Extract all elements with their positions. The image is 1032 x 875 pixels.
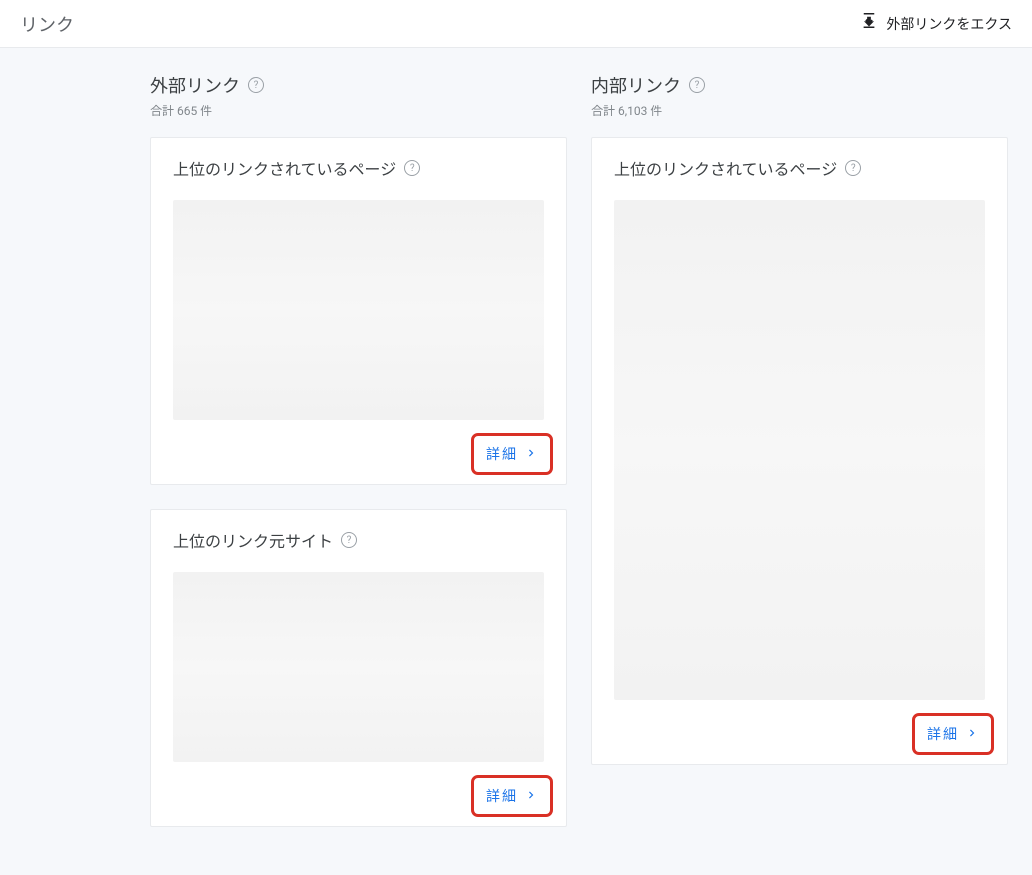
- external-links-header: 外部リンク ? 合計 665 件: [150, 72, 567, 119]
- external-links-title: 外部リンク: [150, 72, 240, 98]
- page-header: リンク 外部リンクをエクス: [0, 0, 1032, 48]
- help-icon[interactable]: ?: [248, 77, 264, 93]
- chevron-right-icon: [524, 788, 538, 805]
- top-linked-pages-internal-card: 上位のリンクされているページ ? 詳細: [591, 137, 1008, 765]
- help-icon[interactable]: ?: [689, 77, 705, 93]
- details-label: 詳細: [486, 786, 518, 806]
- content-area: 外部リンク ? 合計 665 件 上位のリンクされているページ ? 詳細: [0, 48, 1032, 875]
- help-icon[interactable]: ?: [404, 160, 420, 176]
- chevron-right-icon: [965, 726, 979, 743]
- details-button[interactable]: 詳細: [917, 718, 989, 750]
- external-links-column: 外部リンク ? 合計 665 件 上位のリンクされているページ ? 詳細: [150, 72, 567, 851]
- internal-links-header: 内部リンク ? 合計 6,103 件: [591, 72, 1008, 119]
- blurred-content: [173, 572, 544, 762]
- export-external-links-button[interactable]: 外部リンクをエクス: [860, 7, 1012, 40]
- details-label: 詳細: [927, 724, 959, 744]
- internal-links-column: 内部リンク ? 合計 6,103 件 上位のリンクされているページ ? 詳細: [591, 72, 1008, 851]
- top-linked-pages-card: 上位のリンクされているページ ? 詳細: [150, 137, 567, 485]
- details-button[interactable]: 詳細: [476, 780, 548, 812]
- blurred-content: [614, 200, 985, 700]
- external-links-total: 合計 665 件: [150, 102, 567, 119]
- card-title: 上位のリンク元サイト: [173, 528, 333, 552]
- internal-links-total: 合計 6,103 件: [591, 102, 1008, 119]
- chevron-right-icon: [524, 446, 538, 463]
- blurred-content: [173, 200, 544, 420]
- card-title: 上位のリンクされているページ: [614, 156, 837, 180]
- export-label: 外部リンクをエクス: [886, 14, 1012, 34]
- card-title: 上位のリンクされているページ: [173, 156, 396, 180]
- details-button[interactable]: 詳細: [476, 438, 548, 470]
- top-linking-sites-card: 上位のリンク元サイト ? 詳細: [150, 509, 567, 827]
- download-icon: [860, 13, 878, 34]
- page-title: リンク: [20, 11, 74, 37]
- internal-links-title: 内部リンク: [591, 72, 681, 98]
- help-icon[interactable]: ?: [341, 532, 357, 548]
- details-label: 詳細: [486, 444, 518, 464]
- help-icon[interactable]: ?: [845, 160, 861, 176]
